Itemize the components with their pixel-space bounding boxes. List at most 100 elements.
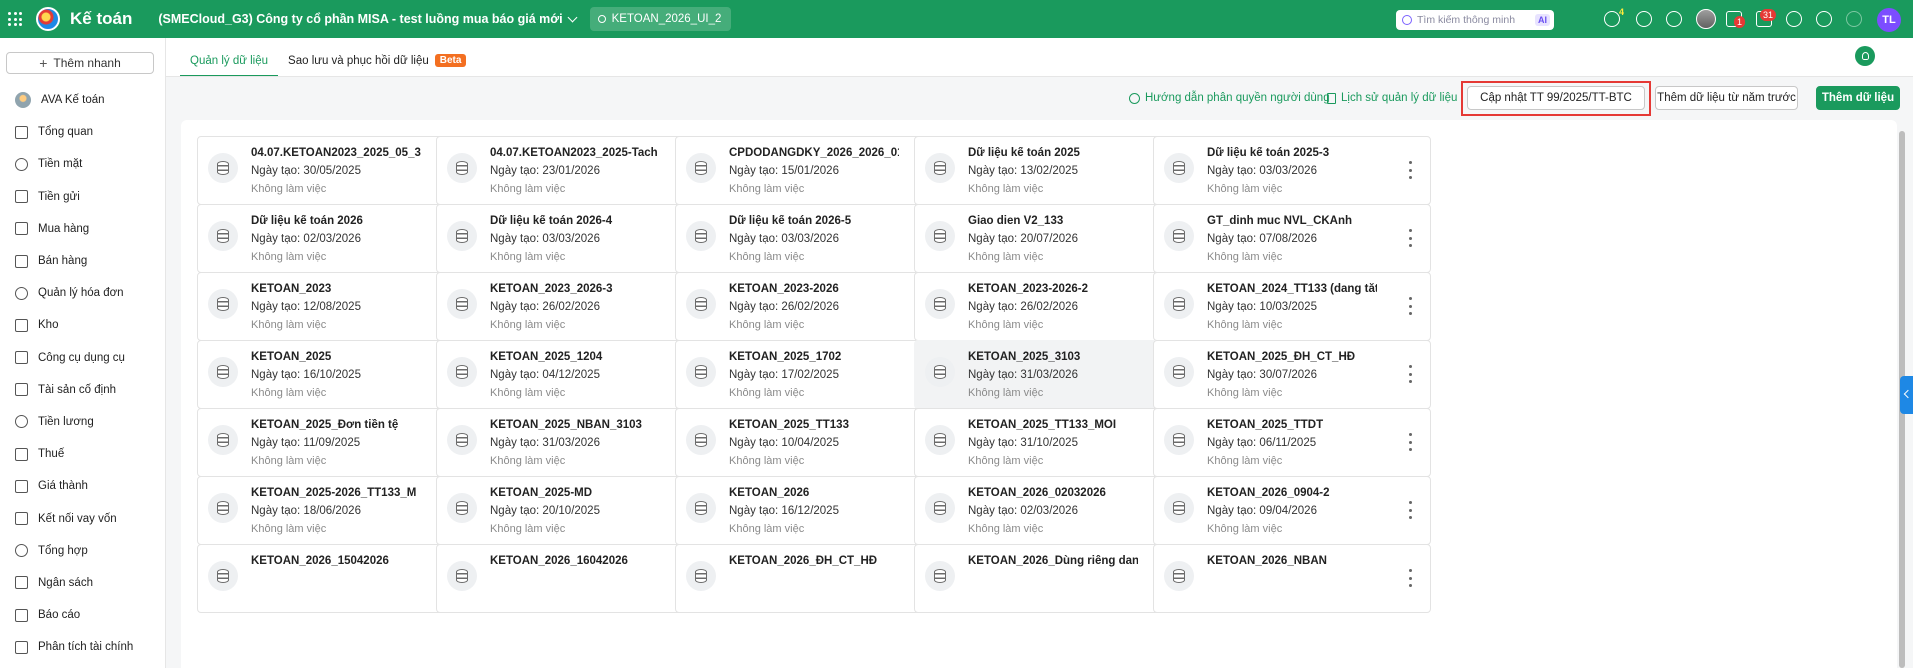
sidebar-item-13[interactable]: Kết nối vay vốn: [0, 502, 165, 534]
more-options-icon[interactable]: [1409, 569, 1413, 587]
tab-backup-restore[interactable]: Sao lưu và phục hồi dữ liệu Beta: [278, 54, 476, 77]
database-card-date: Ngày tạo: 03/03/2026: [490, 233, 600, 245]
database-card[interactable]: 04.07.KETOAN2023_2025-Tach Ngày tạo: 23/0…: [436, 136, 714, 205]
quick-add-button[interactable]: + Thêm nhanh: [6, 52, 154, 74]
sidebar-item-0[interactable]: AVA Kế toán: [0, 84, 165, 116]
database-card[interactable]: GT_dinh muc NVL_CKAnh Ngày tạo: 07/08/202…: [1153, 204, 1431, 273]
database-card[interactable]: Dữ liệu kế toán 2025 Ngày tạo: 13/02/2025…: [914, 136, 1192, 205]
database-card[interactable]: KETOAN_2026_02032026 Ngày tạo: 02/03/2026…: [914, 476, 1192, 545]
database-card[interactable]: KETOAN_2025_TT133 Ngày tạo: 10/04/2025 Khô…: [675, 408, 953, 477]
sidebar-item-2[interactable]: Tiền mặt: [0, 148, 165, 180]
database-card[interactable]: KETOAN_2025_TTDT Ngày tạo: 06/11/2025 Khôn…: [1153, 408, 1431, 477]
database-card-status: Không làm việc: [968, 455, 1044, 467]
sidebar-item-16[interactable]: Báo cáo: [0, 599, 165, 631]
sidebar-item-4[interactable]: Mua hàng: [0, 213, 165, 245]
database-card[interactable]: 04.07.KETOAN2023_2025_05_3 Ngày tạo: 30/0…: [197, 136, 475, 205]
gear-icon[interactable]: [1666, 11, 1682, 27]
ai-badge: AI: [1535, 14, 1550, 26]
database-card[interactable]: KETOAN_2025_Đơn tiền tệ Ngày tạo: 11/09/2…: [197, 408, 475, 477]
app-grid-icon[interactable]: [8, 12, 22, 26]
database-card[interactable]: KETOAN_2026_NBAN: [1153, 544, 1431, 613]
sidebar-item-15[interactable]: Ngân sách: [0, 567, 165, 599]
permission-guide-link[interactable]: Hướng dẫn phân quyền người dùng: [1129, 92, 1330, 104]
database-icon: [925, 153, 955, 183]
date-value: 06/11/2025: [1259, 437, 1317, 449]
database-card[interactable]: KETOAN_2023-2026 Ngày tạo: 26/02/2026 Khôn…: [675, 272, 953, 341]
database-card[interactable]: KETOAN_2025 Ngày tạo: 16/10/2025 Không làm…: [197, 340, 475, 409]
date-value: 11/09/2025: [303, 437, 361, 449]
more-options-icon[interactable]: [1409, 297, 1413, 315]
lightbulb-icon[interactable]: [1855, 46, 1875, 66]
sidebar-item-11[interactable]: Thuế: [0, 438, 165, 470]
database-card[interactable]: Dữ liệu kế toán 2026-4 Ngày tạo: 03/03/20…: [436, 204, 714, 273]
side-panel-toggle[interactable]: [1900, 376, 1913, 414]
database-card-status: Không làm việc: [729, 251, 805, 263]
sidebar-item-1[interactable]: Tổng quan: [0, 116, 165, 148]
database-card[interactable]: Giao dien V2_133 Ngày tạo: 20/07/2026 Khôn…: [914, 204, 1192, 273]
sidebar-item-14[interactable]: Tổng hợp: [0, 535, 165, 567]
report-icon: [15, 608, 28, 622]
sidebar-item-12[interactable]: Giá thành: [0, 470, 165, 502]
database-card[interactable]: KETOAN_2025_1702 Ngày tạo: 17/02/2025 Khôn…: [675, 340, 953, 409]
more-icon[interactable]: [1816, 11, 1832, 27]
more-options-icon[interactable]: [1409, 229, 1413, 247]
database-card[interactable]: KETOAN_2026 Ngày tạo: 16/12/2025 Không làm…: [675, 476, 953, 545]
search-placeholder: Tìm kiếm thông minh: [1417, 14, 1516, 26]
sidebar-item-5[interactable]: Bán hàng: [0, 245, 165, 277]
date-prefix: Ngày tạo:: [1207, 505, 1260, 517]
database-card[interactable]: KETOAN_2026_15042026: [197, 544, 475, 613]
date-value: 09/04/2026: [1259, 505, 1317, 517]
database-card[interactable]: KETOAN_2023-2026-2 Ngày tạo: 26/02/2026 Kh…: [914, 272, 1192, 341]
database-card[interactable]: KETOAN_2026_0904-2 Ngày tạo: 09/04/2026 Kh…: [1153, 476, 1431, 545]
database-card[interactable]: KETOAN_2026_Dùng riêng danh: [914, 544, 1192, 613]
date-value: 12/08/2025: [303, 301, 361, 313]
sidebar-item-8[interactable]: Công cụ dụng cụ: [0, 342, 165, 374]
more-options-icon[interactable]: [1409, 161, 1413, 179]
database-card[interactable]: KETOAN_2026_ĐH_CT_HĐ: [675, 544, 953, 613]
database-card-date: Ngày tạo: 17/02/2025: [729, 369, 839, 381]
database-card-date: Ngày tạo: 02/03/2026: [251, 233, 361, 245]
database-card[interactable]: KETOAN_2025_TT133_MOI Ngày tạo: 31/10/202…: [914, 408, 1192, 477]
add-data-button[interactable]: Thêm dữ liệu: [1816, 86, 1900, 110]
more-options-icon[interactable]: [1409, 433, 1413, 451]
database-card-status: Không làm việc: [729, 523, 805, 535]
database-card[interactable]: KETOAN_2025_1204 Ngày tạo: 04/12/2025 Khôn…: [436, 340, 714, 409]
company-selector[interactable]: (SMECloud_G3) Công ty cổ phần MISA - tes…: [158, 12, 578, 26]
sidebar-item-6[interactable]: Quản lý hóa đơn: [0, 277, 165, 309]
user-icon[interactable]: [1846, 11, 1862, 27]
play-icon[interactable]: [1636, 11, 1652, 27]
add-from-prev-year-button[interactable]: Thêm dữ liệu từ năm trước: [1655, 86, 1798, 110]
database-card[interactable]: KETOAN_2025_NBAN_3103 Ngày tạo: 31/03/202…: [436, 408, 714, 477]
more-options-icon[interactable]: [1409, 501, 1413, 519]
smart-search-input[interactable]: Tìm kiếm thông minh AI: [1396, 10, 1554, 30]
sidebar-item-7[interactable]: Kho: [0, 309, 165, 341]
avatar[interactable]: TL: [1877, 8, 1901, 32]
database-card[interactable]: KETOAN_2023_2026-3 Ngày tạo: 26/02/2026 Kh…: [436, 272, 714, 341]
database-card[interactable]: Dữ liệu kế toán 2026-5 Ngày tạo: 03/03/20…: [675, 204, 953, 273]
database-chip[interactable]: KETOAN_2026_UI_2: [589, 7, 732, 31]
history-link[interactable]: Lịch sử quản lý dữ liệu: [1327, 92, 1457, 104]
database-card[interactable]: KETOAN_2025_ĐH_CT_HĐ Ngày tạo: 30/07/2026…: [1153, 340, 1431, 409]
database-card-name: Dữ liệu kế toán 2026: [251, 215, 363, 227]
download-icon[interactable]: [1604, 11, 1620, 27]
sidebar-item-3[interactable]: Tiền gửi: [0, 181, 165, 213]
database-card[interactable]: KETOAN_2026_16042026: [436, 544, 714, 613]
user-photo-avatar[interactable]: [1696, 9, 1716, 29]
sidebar-item-10[interactable]: Tiền lương: [0, 406, 165, 438]
tab-data-management[interactable]: Quản lý dữ liệu: [180, 55, 279, 77]
sidebar-item-label: Tiền gửi: [38, 190, 80, 203]
database-card[interactable]: CPDODANGDKY_2026_2026_01 Ngày tạo: 15/01/…: [675, 136, 953, 205]
loan-icon: [15, 512, 28, 526]
database-card[interactable]: KETOAN_2024_TT133 (dang tắt Ngày tạo: 10/…: [1153, 272, 1431, 341]
database-card[interactable]: Dữ liệu kế toán 2026 Ngày tạo: 02/03/2026…: [197, 204, 475, 273]
database-card-status: Không làm việc: [729, 387, 805, 399]
database-card[interactable]: KETOAN_2025_3103 Ngày tạo: 31/03/2026 Khôn…: [914, 340, 1192, 409]
database-card[interactable]: Dữ liệu kế toán 2025-3 Ngày tạo: 03/03/20…: [1153, 136, 1431, 205]
sidebar-item-9[interactable]: Tài sản cố định: [0, 374, 165, 406]
database-card[interactable]: KETOAN_2025-2026_TT133_M Ngày tạo: 18/06/…: [197, 476, 475, 545]
sidebar-item-17[interactable]: Phân tích tài chính: [0, 631, 165, 663]
database-card[interactable]: KETOAN_2023 Ngày tạo: 12/08/2025 Không làm…: [197, 272, 475, 341]
more-options-icon[interactable]: [1409, 365, 1413, 383]
database-card[interactable]: KETOAN_2025-MD Ngày tạo: 20/10/2025 Không …: [436, 476, 714, 545]
help-icon[interactable]: [1786, 11, 1802, 27]
